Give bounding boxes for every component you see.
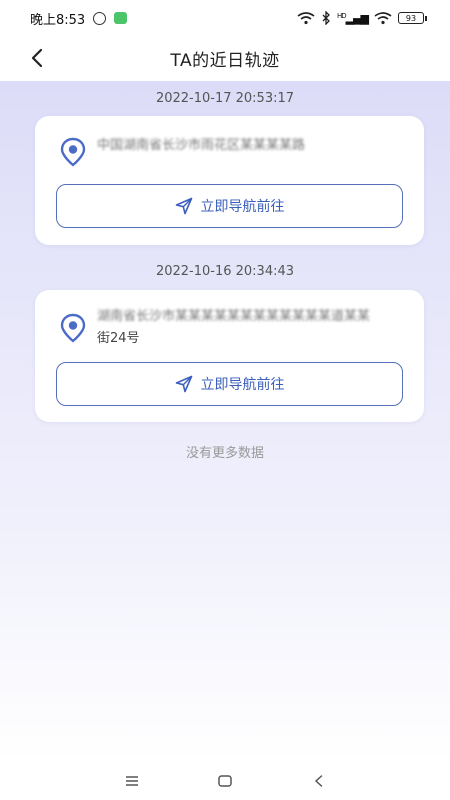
battery-icon: 93: [398, 12, 427, 24]
chevron-left-icon[interactable]: [26, 46, 50, 70]
send-icon: [175, 375, 192, 393]
record-timestamp: 2022-10-16 20:34:43: [155, 264, 295, 279]
status-time: 晚上8:53: [30, 12, 86, 28]
location-pin-icon: [60, 313, 86, 343]
bluetooth-icon: [322, 11, 330, 25]
record-address: 湖南省长沙市某某某某某某某某某某某某道某某 街24号: [97, 306, 394, 350]
cellular-icon: HD▂▄▆: [336, 11, 369, 25]
send-icon: [175, 197, 192, 215]
navigate-button-label: 立即导航前往: [200, 377, 285, 393]
location-pin-icon: [60, 137, 86, 167]
alarm-icon: [93, 11, 107, 25]
system-nav-bar: [0, 761, 450, 800]
navigate-button-label: 立即导航前往: [200, 199, 285, 215]
no-more-data-text: 没有更多数据: [185, 446, 264, 461]
track-record-card: 湖南省长沙市某某某某某某某某某某某某道某某 街24号 立即导航前往: [35, 290, 424, 422]
address-line-1: 湖南省长沙市某某某某某某某某某某某某道某某: [97, 309, 371, 324]
menu-icon[interactable]: [122, 771, 142, 791]
address-text: 中国湖南省长沙市雨花区某某某某路: [97, 138, 306, 153]
wifi-icon: [297, 11, 315, 24]
track-list[interactable]: 2022-10-17 20:53:17 中国湖南省长沙市雨花区某某某某路 立即导…: [0, 81, 450, 761]
wifi-icon-2: [374, 11, 392, 24]
battery-level: 93: [405, 13, 417, 23]
home-icon[interactable]: [215, 771, 235, 791]
address-line-2: 街24号: [97, 331, 140, 346]
status-bar: 晚上8:53 HD▂▄▆ 93: [0, 0, 450, 36]
navigate-button[interactable]: 立即导航前往: [56, 362, 403, 406]
back-triangle-icon[interactable]: [309, 771, 329, 791]
nav-bar: TA的近日轨迹: [0, 36, 450, 81]
page-title: TA的近日轨迹: [170, 51, 280, 71]
app-badge-icon: [114, 12, 128, 24]
navigate-button[interactable]: 立即导航前往: [56, 184, 403, 228]
network-label: HD: [336, 11, 347, 20]
record-timestamp: 2022-10-17 20:53:17: [155, 91, 295, 106]
track-record-card: 中国湖南省长沙市雨花区某某某某路 立即导航前往: [35, 116, 424, 245]
record-address: 中国湖南省长沙市雨花区某某某某路: [97, 135, 394, 157]
